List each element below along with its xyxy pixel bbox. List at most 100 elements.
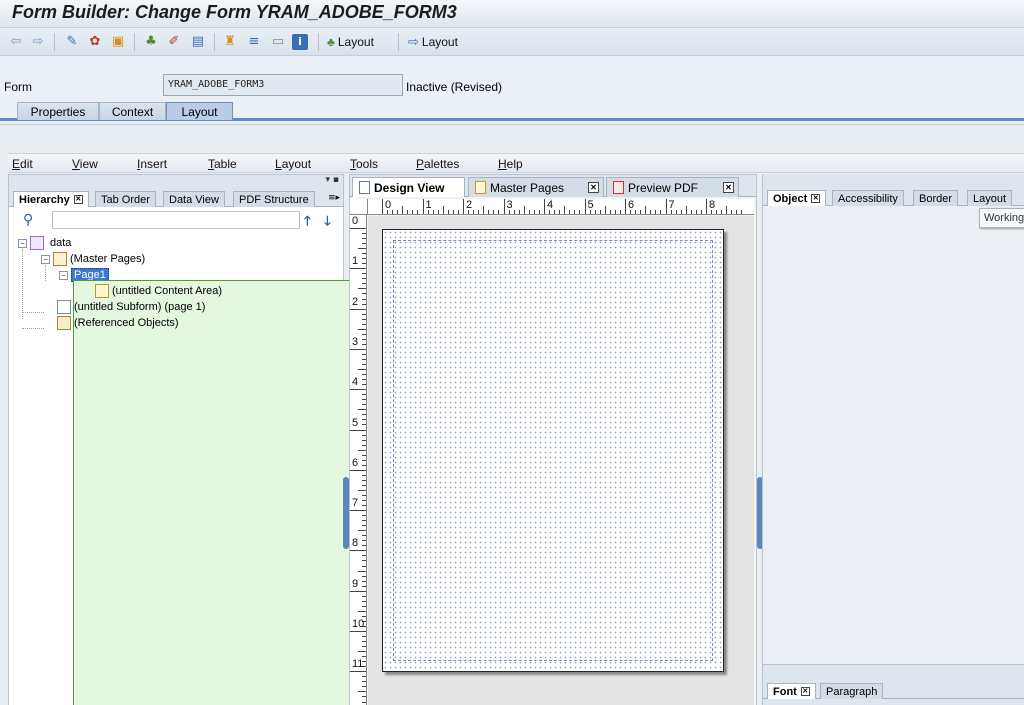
palette-header <box>763 174 1024 188</box>
ruler-minor-tick <box>468 210 470 214</box>
tree-node-data[interactable]: − data <box>18 235 71 251</box>
menu-view[interactable]: View <box>72 157 98 171</box>
ruler-minor-tick <box>614 210 616 214</box>
ruler-minor-tick <box>362 515 366 517</box>
tab-design-view-label: Design View <box>374 180 445 195</box>
ruler-minor-tick <box>362 646 366 648</box>
collapse-icon[interactable]: − <box>18 238 27 248</box>
info-icon[interactable]: i <box>292 34 308 50</box>
tab-object[interactable]: Object ✕ <box>767 190 827 206</box>
ruler-minor-tick <box>362 439 366 441</box>
ruler-minor-tick <box>358 369 366 371</box>
search-icon[interactable]: ⚲ <box>23 212 33 228</box>
ruler-label: 4 <box>352 376 359 389</box>
forward-icon[interactable]: ⇨ <box>30 34 46 50</box>
ruler-label: 8 <box>352 537 359 550</box>
align-icon[interactable]: ≡ <box>246 34 262 50</box>
form-page[interactable] <box>382 229 724 672</box>
tab-border[interactable]: Border <box>913 190 959 206</box>
tree-node-master-pages-label: (Master Pages) <box>70 253 146 265</box>
tree-node-page1[interactable]: − Page1 <box>59 267 415 705</box>
tab-font[interactable]: Font ✕ <box>767 683 816 699</box>
tab-layout[interactable]: Layout <box>166 102 233 120</box>
move-down-icon[interactable]: 🡓 <box>324 212 331 234</box>
menu-view-accel: V <box>72 157 80 171</box>
print-icon[interactable]: ▤ <box>190 34 206 50</box>
palette-menu-icon[interactable]: ▾ ▪ <box>326 175 339 185</box>
tab-data-view[interactable]: Data View <box>163 191 225 207</box>
form-name-field[interactable]: YRAM_ADOBE_FORM3 <box>163 74 403 96</box>
close-icon[interactable]: ✕ <box>811 194 821 203</box>
menu-palettes[interactable]: Palettes <box>416 157 459 171</box>
content-area[interactable] <box>393 240 713 661</box>
ruler-major-tick <box>350 510 366 512</box>
hierarchy-icon[interactable]: ♜ <box>222 34 238 50</box>
ruler-label: 0 <box>385 199 392 211</box>
tree-connector <box>22 328 44 329</box>
ruler-minor-tick <box>432 210 434 214</box>
window-icon[interactable]: ▭ <box>270 34 286 50</box>
ruler-minor-tick <box>711 210 713 214</box>
ruler-minor-tick <box>554 210 556 214</box>
layout-button-2[interactable]: ⇨ Layout <box>408 34 458 50</box>
ruler-major-tick <box>625 199 626 214</box>
ruler-major-tick <box>706 199 707 214</box>
collapse-icon[interactable]: − <box>41 254 50 264</box>
tree-node-subform[interactable]: (untitled Subform) (page 1) <box>57 299 205 315</box>
ruler-minor-tick <box>549 210 551 214</box>
activate-icon[interactable]: ▣ <box>110 34 126 50</box>
ruler-minor-tick <box>397 210 399 214</box>
ruler-minor-tick <box>675 210 677 214</box>
menu-edit[interactable]: Edit <box>12 157 33 171</box>
close-icon[interactable]: ✕ <box>800 687 810 696</box>
collapse-icon[interactable]: − <box>59 270 68 280</box>
tab-context[interactable]: Context <box>99 102 166 120</box>
tab-hierarchy[interactable]: Hierarchy ✕ <box>13 191 89 207</box>
tab-accessibility[interactable]: Accessibility <box>832 190 904 206</box>
design-canvas[interactable] <box>368 216 754 705</box>
close-icon[interactable]: ✕ <box>723 182 734 193</box>
tab-pdf-structure[interactable]: PDF Structure <box>233 191 315 207</box>
palette-options-icon[interactable]: ≡▸ <box>328 193 340 203</box>
close-icon[interactable]: ✕ <box>73 195 83 204</box>
ruler-minor-tick <box>538 210 540 214</box>
tab-tab-order[interactable]: Tab Order <box>95 191 156 207</box>
pencil-icon[interactable]: ✐ <box>166 34 182 50</box>
tab-master-pages[interactable]: Master Pages ✕ <box>468 177 604 197</box>
object-list-icon[interactable]: ♣ <box>143 34 159 50</box>
hierarchy-search-input[interactable] <box>52 211 300 229</box>
ruler-minor-tick <box>362 560 366 562</box>
layout-button-2-label: Layout <box>421 35 458 49</box>
edit-toggle-icon[interactable]: ✎ <box>64 34 80 50</box>
ruler-minor-tick <box>362 353 366 355</box>
menu-table[interactable]: Table <box>208 157 237 171</box>
tree-node-content-area[interactable]: (untitled Content Area) <box>95 283 222 299</box>
check-icon[interactable]: ✿ <box>87 34 103 50</box>
ruler-corner <box>350 199 368 215</box>
menu-help[interactable]: Help <box>498 157 523 171</box>
menu-palettes-accel: P <box>416 157 425 171</box>
menu-layout[interactable]: Layout <box>275 157 311 171</box>
tab-design-view[interactable]: Design View <box>352 177 465 197</box>
ruler-minor-tick <box>508 210 510 214</box>
ruler-label: 9 <box>352 577 359 590</box>
menu-tools[interactable]: Tools <box>350 157 378 171</box>
layout-button-1[interactable]: ♣ Layout <box>327 34 374 50</box>
menu-layout-accel: L <box>275 157 282 171</box>
tab-preview-pdf[interactable]: Preview PDF ✕ <box>606 177 739 197</box>
back-icon[interactable]: ⇦ <box>8 34 24 50</box>
tab-paragraph[interactable]: Paragraph <box>820 683 884 699</box>
ruler-minor-tick <box>362 681 366 683</box>
tab-layout-palette[interactable]: Layout <box>967 190 1013 206</box>
move-up-icon[interactable]: 🡑 <box>304 212 311 234</box>
ruler-major-tick <box>544 199 545 214</box>
menu-insert[interactable]: Insert <box>137 157 167 171</box>
ruler-minor-tick <box>362 505 366 507</box>
tree-node-master-pages[interactable]: − (Master Pages) <box>41 251 145 267</box>
ruler-minor-tick <box>362 358 366 360</box>
ruler-minor-tick <box>362 384 366 386</box>
tree-node-referenced-objects[interactable]: (Referenced Objects) <box>57 315 179 331</box>
tab-properties[interactable]: Properties <box>17 102 99 120</box>
close-icon[interactable]: ✕ <box>588 182 599 193</box>
ruler-minor-tick <box>362 379 366 381</box>
